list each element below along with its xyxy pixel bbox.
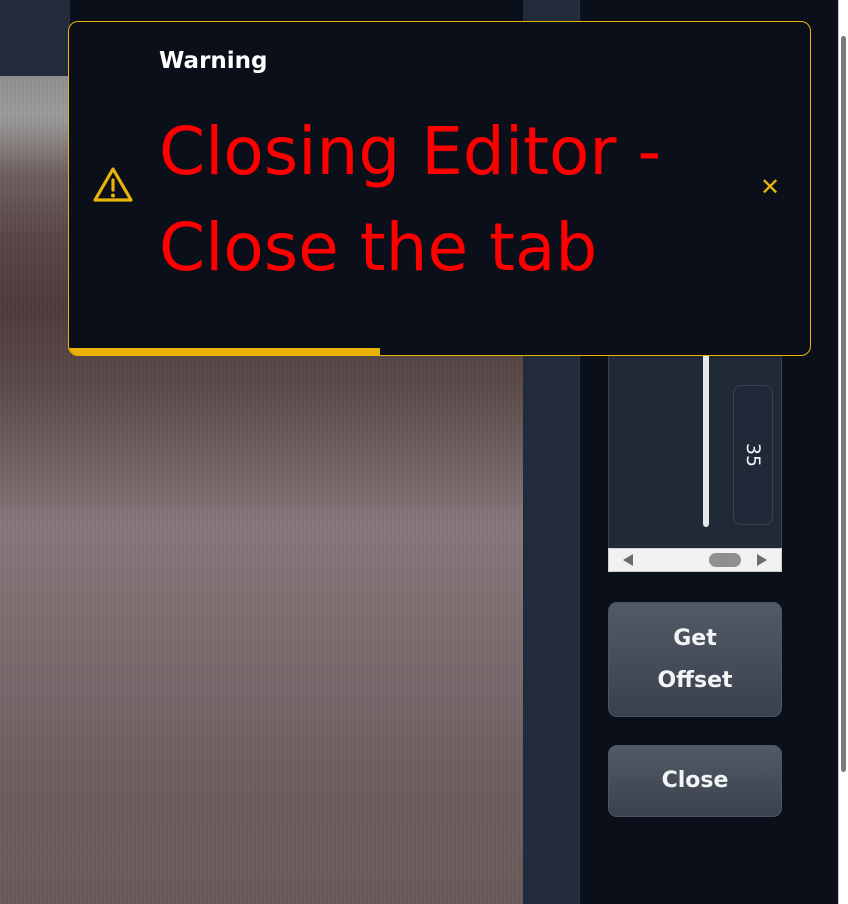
toast-timer-bar <box>69 348 381 355</box>
offset-slider-panel: 35 <box>608 350 782 548</box>
warning-triangle-icon <box>93 167 133 202</box>
close-button[interactable]: Close <box>608 745 782 817</box>
page-scrollbar[interactable] <box>838 0 848 904</box>
page-scrollbar-thumb[interactable] <box>841 36 846 772</box>
close-icon[interactable]: ✕ <box>757 174 783 200</box>
scroll-right-arrow-icon[interactable] <box>757 554 767 566</box>
horizontal-scrollbar-thumb[interactable] <box>709 553 741 567</box>
warning-toast: Warning Closing Editor - Close the tab ✕ <box>68 21 811 356</box>
toast-message: Closing Editor - Close the tab <box>159 113 662 286</box>
offset-slider-track[interactable] <box>703 351 709 527</box>
scroll-left-arrow-icon[interactable] <box>623 554 633 566</box>
top-strip <box>0 0 70 76</box>
offset-slider-value: 35 <box>742 442 764 468</box>
offset-slider-value-field[interactable]: 35 <box>733 385 773 525</box>
toast-title: Warning <box>159 48 268 74</box>
horizontal-scrollbar[interactable] <box>608 548 782 572</box>
get-offset-button[interactable]: Get Offset <box>608 602 782 717</box>
